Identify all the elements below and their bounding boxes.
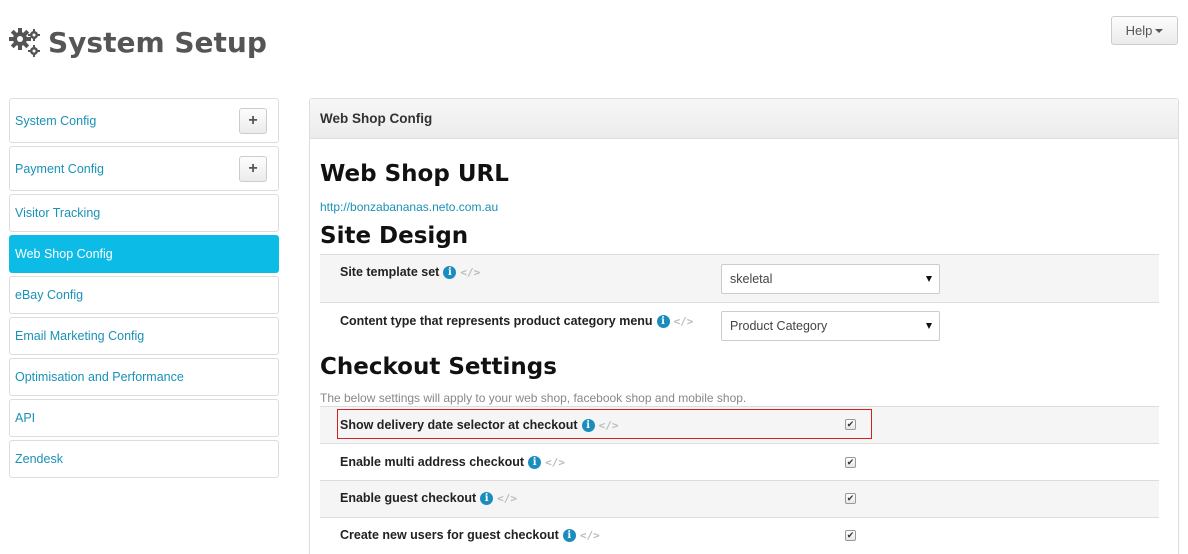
code-icon[interactable]: </> [580,529,600,542]
dropdown-arrow-icon [926,276,932,282]
highlight-annotation-box [337,409,872,439]
sidebar-item-web-shop-config[interactable]: Web Shop Config [9,235,279,273]
help-label: Help [1125,23,1153,38]
sidebar-item-label: Email Marketing Config [15,329,145,343]
sidebar-item-visitor-tracking[interactable]: Visitor Tracking [9,194,279,232]
info-icon[interactable]: i [480,491,494,505]
guest-checkout-label: Enable guest checkout [340,491,477,505]
expand-plus-button[interactable]: + [239,156,267,182]
site-template-select[interactable]: skeletal [721,264,940,294]
code-icon[interactable]: </> [545,456,565,469]
help-dropdown-button[interactable]: Help [1111,16,1178,45]
row-label: Site template set i </> [340,265,480,279]
sidebar-item-payment-config[interactable]: Payment Config + [9,146,279,191]
sidebar-item-label: System Config [15,113,97,128]
guest-checkout-row: Enable guest checkout i </> ✔ [320,480,1159,517]
info-icon[interactable]: i [562,528,576,542]
code-icon[interactable]: </> [460,266,480,279]
row-label: Content type that represents product cat… [340,314,693,328]
select-value: Product Category [730,319,828,333]
guest-checkout-checkbox[interactable]: ✔ [845,493,856,504]
create-users-row: Create new users for guest checkout i </… [320,517,1159,554]
category-menu-row: Content type that represents product cat… [320,302,1159,350]
sidebar-item-label: Zendesk [15,452,63,466]
sidebar: System Config + Payment Config + Visitor… [9,98,279,481]
sidebar-item-api[interactable]: API [9,399,279,437]
select-value: skeletal [730,272,773,286]
create-users-checkbox[interactable]: ✔ [845,530,856,541]
sidebar-item-label: Visitor Tracking [15,206,101,220]
multi-address-checkbox[interactable]: ✔ [845,457,856,468]
row-label: Create new users for guest checkout i </… [340,528,600,542]
row-label: Enable multi address checkout i </> [340,455,565,469]
info-icon[interactable]: i [528,455,542,469]
site-template-row: Site template set i </> skeletal [320,254,1159,302]
sidebar-item-system-config[interactable]: System Config + [9,98,279,143]
sidebar-item-email-marketing-config[interactable]: Email Marketing Config [9,317,279,355]
page-header: System Setup [8,22,267,62]
panel-heading: Web Shop Config [310,99,1178,139]
category-menu-select[interactable]: Product Category [721,311,940,341]
site-template-label: Site template set [340,265,440,279]
sidebar-item-optimisation-and-performance[interactable]: Optimisation and Performance [9,358,279,396]
expand-plus-button[interactable]: + [239,108,267,134]
caret-down-icon [1155,29,1164,33]
sidebar-item-label: Payment Config [15,161,104,176]
row-label: Enable guest checkout i </> [340,491,517,505]
sidebar-item-zendesk[interactable]: Zendesk [9,440,279,478]
checkout-settings-description: The below settings will apply to your we… [320,391,747,405]
site-design-heading: Site Design [320,223,469,249]
code-icon[interactable]: </> [497,492,517,505]
sidebar-item-label: API [15,411,36,425]
plus-icon: + [248,112,258,129]
web-shop-url-link[interactable]: http://bonzabananas.neto.com.au [320,200,498,214]
sidebar-item-label: Optimisation and Performance [15,370,184,384]
sidebar-item-label: eBay Config [15,288,84,302]
multi-address-row: Enable multi address checkout i </> ✔ [320,443,1159,480]
plus-icon: + [248,160,258,177]
code-icon[interactable]: </> [674,315,694,328]
category-menu-label: Content type that represents product cat… [340,314,653,328]
web-shop-url-heading: Web Shop URL [320,161,509,187]
dropdown-arrow-icon [926,323,932,329]
checkout-settings-heading: Checkout Settings [320,354,557,380]
page-title: System Setup [48,25,267,59]
sidebar-item-label: Web Shop Config [15,247,113,261]
sidebar-item-ebay-config[interactable]: eBay Config [9,276,279,314]
multi-address-label: Enable multi address checkout [340,455,525,469]
gears-icon [8,25,42,59]
web-shop-config-panel: Web Shop Config Web Shop URL http://bonz… [309,98,1179,554]
create-users-label: Create new users for guest checkout [340,528,559,542]
info-icon[interactable]: i [656,314,670,328]
info-icon[interactable]: i [443,265,457,279]
